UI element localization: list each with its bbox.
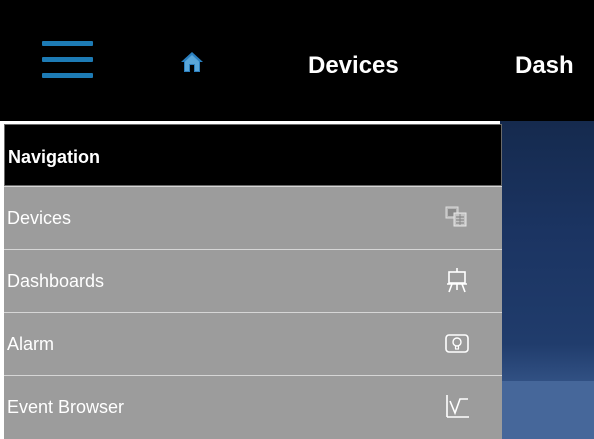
top-bar: Devices Dash (0, 0, 594, 121)
home-icon[interactable] (180, 50, 204, 74)
content-background (500, 121, 594, 439)
navigation-header-label: Navigation (8, 147, 101, 167)
content-band (500, 381, 594, 439)
nav-item-devices[interactable]: Devices (4, 186, 502, 249)
alarm-bulb-icon (444, 330, 470, 356)
page-title-dashboards[interactable]: Dash (515, 52, 574, 80)
nav-item-label: Dashboards (7, 271, 105, 291)
nav-item-label: Alarm (7, 334, 55, 354)
nav-item-dashboards[interactable]: Dashboards (4, 249, 502, 312)
nav-item-alarm[interactable]: Alarm (4, 312, 502, 375)
nav-item-label: Event Browser (7, 397, 125, 417)
chart-icon (444, 393, 470, 419)
easel-icon (444, 267, 470, 293)
devices-icon (444, 204, 470, 230)
nav-item-event-browser[interactable]: Event Browser (4, 375, 502, 439)
navigation-panel: Navigation Devices Dashboards Alarm Even… (4, 124, 504, 439)
nav-item-label: Devices (7, 208, 72, 228)
navigation-header: Navigation (4, 124, 502, 186)
hamburger-icon[interactable] (40, 39, 100, 79)
page-title-devices[interactable]: Devices (308, 52, 399, 80)
